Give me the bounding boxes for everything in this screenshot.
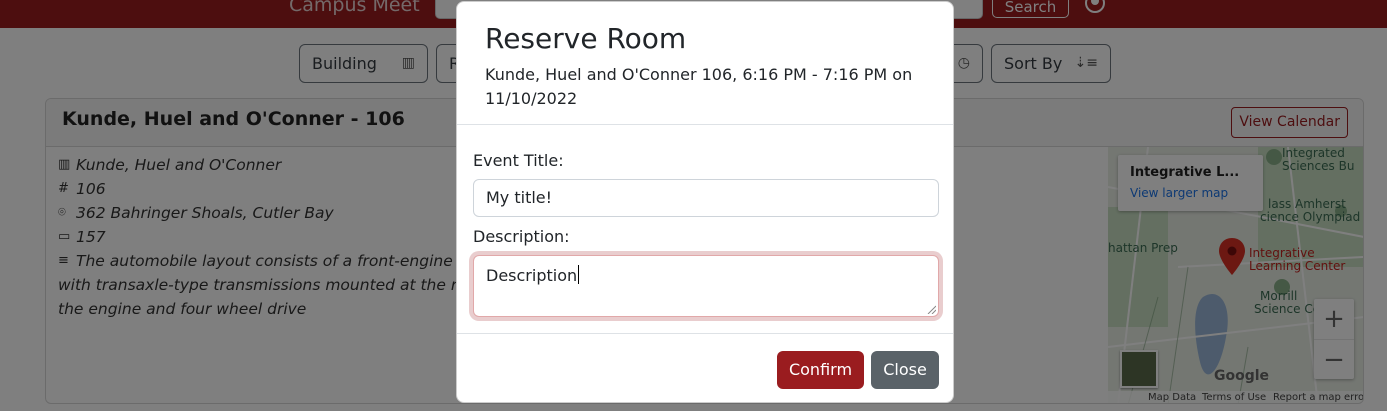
event-title-label: Event Title: (473, 151, 564, 170)
modal-header: Reserve Room Kunde, Huel and O'Conner 10… (457, 2, 953, 125)
description-textarea[interactable]: Description (473, 255, 939, 317)
modal-footer: Confirm Close (457, 333, 953, 402)
description-label: Description: (473, 227, 570, 246)
description-text: Description (486, 266, 578, 285)
reserve-room-modal: Reserve Room Kunde, Huel and O'Conner 10… (456, 1, 954, 403)
close-button[interactable]: Close (871, 351, 939, 389)
modal-subtitle: Kunde, Huel and O'Conner 106, 6:16 PM - … (485, 65, 913, 108)
text-caret (578, 265, 580, 284)
resize-grip-icon[interactable] (927, 305, 936, 314)
modal-title: Reserve Room (485, 22, 687, 55)
event-title-input[interactable]: My title! (473, 179, 939, 217)
confirm-button[interactable]: Confirm (777, 351, 864, 389)
